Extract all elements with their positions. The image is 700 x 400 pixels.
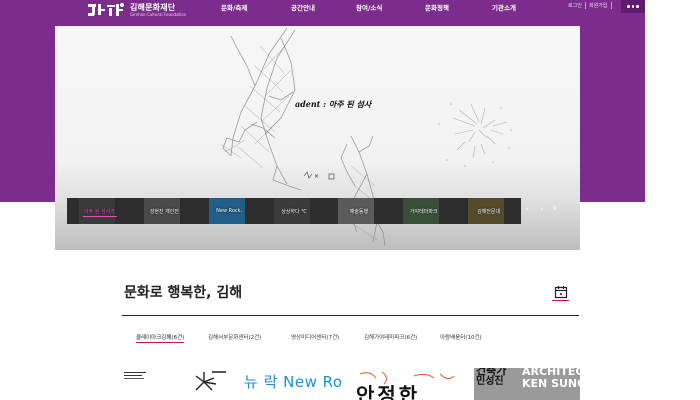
- util-divider: [611, 2, 612, 9]
- menu-dot-icon: [627, 5, 630, 8]
- hero-thumbnail-strip: 아주 된 섬사가 성현진 개인전 New Rock. 상상하다 ℃ 예술동행 가…: [67, 198, 521, 224]
- menu-dot-icon: [636, 5, 639, 8]
- thumbnail-item[interactable]: 예술동행: [326, 198, 391, 224]
- logo-name-ko: 김해문화재단: [130, 2, 176, 12]
- calendar-icon[interactable]: [554, 284, 568, 299]
- thumbnail-label: 김해전문대: [477, 208, 501, 215]
- logo-mark: [86, 1, 126, 19]
- nav-item-spaces[interactable]: 공간안내: [291, 2, 315, 12]
- tab-media-center[interactable]: 영상미디어센터(7건): [291, 333, 339, 341]
- thumbnail-item[interactable]: New Rock.: [197, 198, 262, 224]
- event-card[interactable]: 건축가 민성진 ARCHITECT KEN SUNGJIN: [474, 368, 580, 400]
- event-card[interactable]: [122, 368, 172, 400]
- tab-gaya-theme-park[interactable]: 김해가야테마파크(6건): [364, 333, 417, 341]
- active-thumbnail-indicator: [83, 216, 117, 217]
- thumbnail-item[interactable]: 아주 된 섬사가: [67, 198, 132, 224]
- login-link[interactable]: 로그인: [568, 2, 582, 9]
- join-link[interactable]: 회원가입: [589, 2, 607, 9]
- all-menu-button[interactable]: [621, 0, 645, 13]
- thumbnail-item[interactable]: 가야테마파크: [391, 198, 456, 224]
- tab-west-culture-center[interactable]: 김해서부문화센터(2건): [208, 333, 261, 341]
- event-card[interactable]: 뉴 락 New Ro: [240, 368, 348, 400]
- thumbnail-label: New Rock.: [216, 208, 243, 214]
- nav-item-about[interactable]: 기관소개: [492, 2, 516, 12]
- section-divider: [122, 315, 579, 316]
- thumbnail-label: 성현진 개인전: [149, 208, 179, 215]
- thumbnail-label: 아주 된 섬사가: [84, 208, 115, 215]
- site-header: 김해문화재단 Gimhae Cultural Foundation 문화/축제 …: [0, 0, 700, 26]
- card-subtitle-en: KEN SUNGJIN: [522, 377, 580, 390]
- menu-dot-icon: [631, 5, 635, 8]
- prev-slide-button[interactable]: ‹: [526, 204, 529, 214]
- nav-item-culture-festival[interactable]: 문화/축제: [221, 2, 247, 12]
- thumbnail-label: 상상하다 ℃: [281, 208, 307, 215]
- thumbnail-label: 가야테마파크: [409, 208, 438, 215]
- logo-name-en: Gimhae Cultural Foundation: [130, 11, 187, 17]
- venue-tabs: 클레이아크김해(6건) 김해서부문화센터(2건) 영상미디어센터(7건) 김해가…: [0, 333, 700, 345]
- hero-collab-mark: ×: [314, 173, 320, 180]
- card-artwork: [195, 371, 226, 391]
- thumbnail-label: 예술동행: [349, 208, 369, 215]
- event-card[interactable]: [172, 368, 237, 400]
- event-card-list: 뉴 락 New Ro 안정한 건축가 민성진 ARCHITECT KEN SUN…: [122, 368, 582, 400]
- tab-aram-learning[interactable]: 아람배움터(10건): [440, 333, 482, 341]
- thumbnail-item[interactable]: 성현진 개인전: [132, 198, 197, 224]
- nav-item-participation-news[interactable]: 참여/소식: [356, 2, 382, 12]
- nav-item-culture-policy[interactable]: 문화정책: [425, 2, 449, 12]
- thumbnail-item[interactable]: 상상하다 ℃: [262, 198, 327, 224]
- thumbnail-item[interactable]: 김해전문대: [456, 198, 521, 224]
- card-title: 뉴 락 New Ro: [244, 373, 343, 391]
- calendar-underline: [552, 300, 569, 301]
- next-slide-button[interactable]: ›: [540, 204, 543, 214]
- card-title: 안정한: [356, 383, 421, 400]
- hero-headline: adent : 아주 된 섬사: [295, 99, 372, 109]
- pause-slide-button[interactable]: II: [553, 204, 557, 214]
- tab-clayarch[interactable]: 클레이아크김해(6건): [136, 333, 185, 343]
- card-subtitle-ko: 민성진: [476, 376, 504, 387]
- site-logo[interactable]: 김해문화재단 Gimhae Cultural Foundation: [86, 1, 186, 19]
- util-divider: [585, 2, 586, 9]
- event-card[interactable]: 안정한: [354, 368, 466, 400]
- section-title: 문화로 행복한, 김해: [124, 285, 243, 301]
- page: 김해문화재단 Gimhae Cultural Foundation 문화/축제 …: [0, 0, 700, 400]
